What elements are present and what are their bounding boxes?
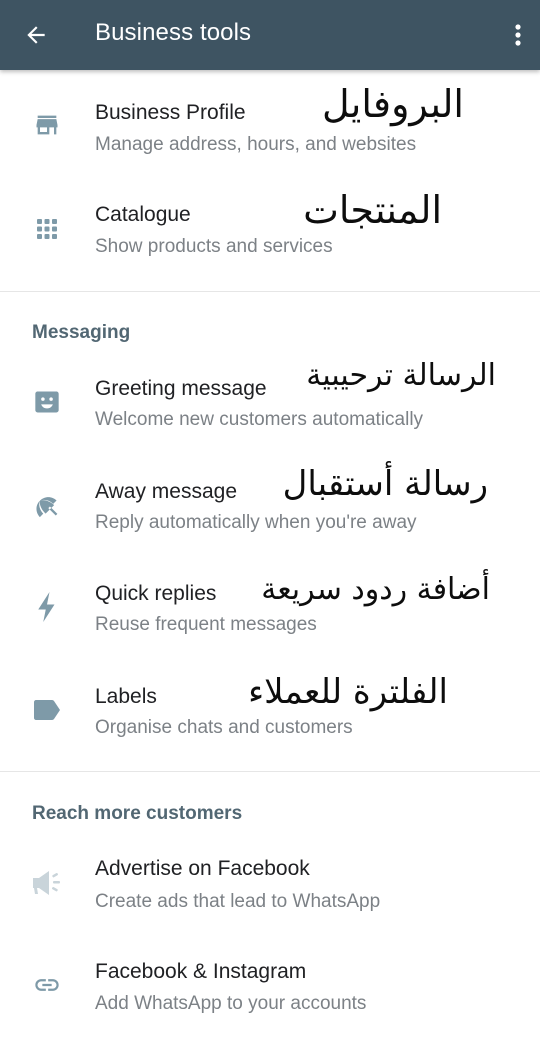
item-title: Away message (95, 480, 238, 503)
section-header-messaging: Messaging (32, 322, 131, 343)
app-bar: Business tools (0, 0, 540, 70)
handwritten-note: رسالة أستقبال (282, 464, 488, 504)
megaphone-icon (28, 864, 66, 902)
item-title: Quick replies (95, 582, 217, 605)
handwritten-note: الرسالة ترحيبية (306, 358, 496, 393)
grid-icon (28, 210, 66, 248)
business-profile-item[interactable]: Business Profile Manage address, hours, … (0, 76, 540, 179)
item-title: Greeting message (95, 377, 267, 400)
more-vert-icon (515, 24, 521, 46)
section-header-reach: Reach more customers (32, 803, 243, 824)
handwritten-note: البروفايل (321, 82, 464, 126)
label-icon (28, 691, 66, 729)
link-icon (28, 966, 66, 1004)
divider (0, 771, 540, 772)
handwritten-note: أضافة ردود سريعة (261, 572, 490, 607)
item-subtitle: Show products and services (95, 236, 333, 257)
item-title: Catalogue (95, 203, 191, 226)
page-title: Business tools (95, 19, 252, 46)
item-subtitle: Create ads that lead to WhatsApp (95, 891, 381, 912)
advertise-facebook-item[interactable]: Advertise on Facebook Create ads that le… (0, 834, 540, 937)
item-subtitle: Reply automatically when you're away (95, 512, 417, 533)
facebook-instagram-item[interactable]: Facebook & Instagram Add WhatsApp to you… (0, 938, 540, 1041)
item-subtitle: Organise chats and customers (95, 717, 353, 738)
greeting-message-item[interactable]: Greeting message Welcome new customers a… (0, 352, 540, 455)
quick-replies-item[interactable]: Quick replies Reuse frequent messages أض… (0, 558, 540, 661)
more-options-button[interactable] (506, 13, 530, 57)
item-subtitle: Add WhatsApp to your accounts (95, 993, 367, 1014)
item-subtitle: Welcome new customers automatically (95, 409, 424, 430)
handwritten-note: المنتجات (303, 188, 442, 232)
handwritten-note: الفلترة للعملاء (248, 672, 448, 712)
away-icon (28, 485, 66, 523)
bolt-icon (28, 588, 66, 626)
catalogue-item[interactable]: Catalogue Show products and services الم… (0, 180, 540, 283)
item-title: Facebook & Instagram (95, 960, 307, 983)
item-subtitle: Manage address, hours, and websites (95, 134, 417, 155)
smiley-message-icon (28, 383, 66, 421)
item-title: Advertise on Facebook (95, 857, 310, 880)
arrow-left-icon (27, 26, 45, 44)
store-icon (28, 106, 66, 144)
divider (0, 291, 540, 292)
item-subtitle: Reuse frequent messages (95, 614, 317, 635)
item-title: Labels (95, 685, 157, 708)
item-title: Business Profile (95, 101, 246, 124)
labels-item[interactable]: Labels Organise chats and customers الفل… (0, 660, 540, 763)
back-button[interactable] (14, 13, 58, 57)
away-message-item[interactable]: Away message Reply automatically when yo… (0, 456, 540, 559)
